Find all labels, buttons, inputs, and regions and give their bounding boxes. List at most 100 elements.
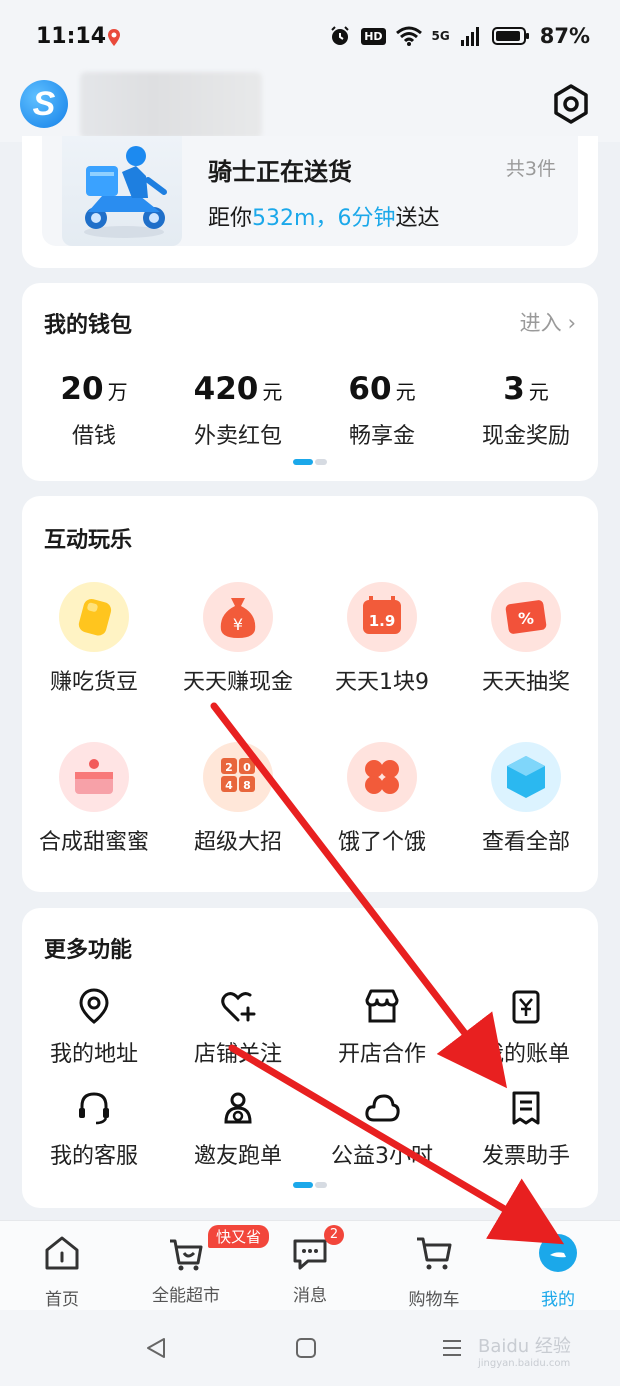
play-item-label: 赚吃货豆 <box>49 670 138 695</box>
coupon-percent-icon: % <box>491 582 561 652</box>
nav-supermarket[interactable]: 快又省 全能超市 <box>124 1225 270 1306</box>
more-title: 更多功能 <box>44 938 133 963</box>
eta-time: 6分钟 <box>337 206 396 231</box>
2048-tiles-icon: 2 0 4 8 <box>203 742 273 812</box>
func-label: 公益3小时 <box>331 1144 433 1169</box>
play-item-hungry[interactable]: 饿了个饿 <box>310 742 454 856</box>
wallet-title: 我的钱包 <box>44 313 133 338</box>
pager-dot-active <box>293 459 313 465</box>
pager-dot-active <box>293 1182 313 1188</box>
func-charity[interactable]: 公益3小时 <box>310 1088 454 1170</box>
eta-prefix: 距你 <box>208 206 253 231</box>
svg-text:%: % <box>518 609 534 628</box>
calendar-1-9-icon: 1.9 <box>347 582 417 652</box>
headset-icon <box>79 1092 109 1125</box>
wallet-unit: 元 <box>528 380 549 404</box>
nav-profile[interactable]: 我的 <box>496 1233 620 1310</box>
friends-icon <box>224 1092 252 1124</box>
wallet-pager <box>293 459 327 465</box>
network-label: 5G <box>431 29 450 43</box>
func-customer-service[interactable]: 我的客服 <box>22 1088 166 1170</box>
play-item-sweet[interactable]: 合成甜蜜蜜 <box>22 742 166 856</box>
play-item-label: 超级大招 <box>193 830 282 855</box>
func-invoice[interactable]: 发票助手 <box>454 1088 598 1170</box>
wallet-label: 现金奖励 <box>481 424 570 449</box>
app-logo[interactable]: S <box>20 80 68 128</box>
home-icon <box>45 1236 79 1270</box>
wallet-value-number: 20 <box>60 371 104 407</box>
delivery-status-card[interactable]: 骑士正在送货 共3件 距你532m，6分钟送达 <box>22 136 598 268</box>
bill-yen-icon <box>512 990 540 1024</box>
nav-label: 首页 <box>45 1290 79 1310</box>
enter-label: 进入 <box>519 311 562 335</box>
cloud-heart-icon <box>365 1094 400 1122</box>
func-open-store[interactable]: 开店合作 <box>310 986 454 1068</box>
play-item-one-nine[interactable]: 1.9 天天1块9 <box>310 582 454 696</box>
play-item-cash[interactable]: ¥ 天天赚现金 <box>166 582 310 696</box>
play-item-label: 天天1块9 <box>335 670 429 695</box>
menu-lines-icon[interactable] <box>440 1336 464 1360</box>
message-badge: 2 <box>324 1225 344 1245</box>
wallet-item-cash-reward[interactable]: 3元 现金奖励 <box>454 369 598 450</box>
wallet-value-number: 60 <box>348 371 392 407</box>
basket-icon-wrap: 快又省 <box>166 1225 270 1273</box>
battery-icon <box>491 27 529 45</box>
wifi-icon <box>395 26 422 46</box>
svg-text:2: 2 <box>225 761 233 774</box>
play-title: 互动玩乐 <box>44 528 133 553</box>
svg-text:¥: ¥ <box>233 615 243 634</box>
wallet-unit: 元 <box>395 380 416 404</box>
nav-cart[interactable]: 购物车 <box>372 1233 496 1310</box>
cart-icon <box>417 1237 452 1270</box>
svg-text:1.9: 1.9 <box>369 612 396 630</box>
nav-label: 购物车 <box>408 1290 460 1310</box>
username-blurred[interactable] <box>80 72 262 138</box>
signal-icon <box>460 27 479 46</box>
func-invite-friends[interactable]: 邀友跑单 <box>166 1088 310 1170</box>
nav-home[interactable]: 首页 <box>0 1233 124 1310</box>
func-my-address[interactable]: 我的地址 <box>22 986 166 1068</box>
wallet-value: 60 元 <box>310 369 454 412</box>
nav-messages[interactable]: 2 消息 <box>248 1225 372 1306</box>
location-pin-icon <box>79 988 109 1024</box>
cake-icon <box>59 742 129 812</box>
wallet-enter-link[interactable]: 进入 › <box>520 307 576 337</box>
more-pager <box>293 1182 327 1188</box>
wallet-item-redpacket[interactable]: 420 元 外卖红包 <box>166 369 310 450</box>
settings-gear-icon[interactable] <box>550 83 592 125</box>
watermark-main: Baidu 经验 <box>478 1336 571 1357</box>
wallet-item-borrow[interactable]: 20 万 借钱 <box>22 369 166 450</box>
play-item-label: 天天赚现金 <box>182 670 293 695</box>
back-triangle-icon[interactable] <box>144 1336 168 1360</box>
svg-text:0: 0 <box>243 761 251 774</box>
hd-icon: HD <box>361 27 386 45</box>
money-bag-icon: ¥ <box>203 582 273 652</box>
play-item-super-move[interactable]: 2 0 4 8 超级大招 <box>166 742 310 856</box>
alarm-icon <box>331 26 349 45</box>
watermark: Baidu 经验 jingyan.baidu.com <box>478 1332 571 1369</box>
rider-scooter-icon <box>84 146 167 238</box>
home-square-icon[interactable] <box>294 1336 318 1360</box>
func-store-follow[interactable]: 店铺关注 <box>166 986 310 1068</box>
wallet-label: 畅享金 <box>348 424 415 449</box>
pager-dot <box>315 459 327 465</box>
interactive-play-card: 互动玩乐 赚吃货豆 ¥ 天天赚现金 1.9 天天1块9 % 天天抽奖 合成甜蜜蜜 <box>22 496 598 892</box>
battery-percent: 87% <box>539 24 590 48</box>
invoice-icon <box>512 1091 540 1125</box>
wallet-item-enjoy-gold[interactable]: 60 元 畅享金 <box>310 369 454 450</box>
play-item-lottery[interactable]: % 天天抽奖 <box>454 582 598 696</box>
logo-s-icon: S <box>32 85 56 123</box>
eta-suffix: 送达 <box>395 206 440 231</box>
svg-text:4: 4 <box>225 779 233 792</box>
wallet-value: 20 万 <box>22 369 166 412</box>
wallet-unit: 万 <box>107 380 128 404</box>
store-icon <box>365 989 399 1023</box>
func-label: 邀友跑单 <box>193 1144 282 1169</box>
wallet-unit: 元 <box>262 380 283 404</box>
func-my-bill[interactable]: 我的账单 <box>454 986 598 1068</box>
play-item-beans[interactable]: 赚吃货豆 <box>22 582 166 696</box>
wallet-card: 我的钱包 进入 › 20 万 借钱 420 元 外卖红包 60 元 畅享金 3元 现金奖… <box>22 283 598 481</box>
message-icon-wrap: 2 <box>290 1225 344 1273</box>
func-label: 开店合作 <box>337 1042 426 1067</box>
play-item-view-all[interactable]: 查看全部 <box>454 742 598 856</box>
